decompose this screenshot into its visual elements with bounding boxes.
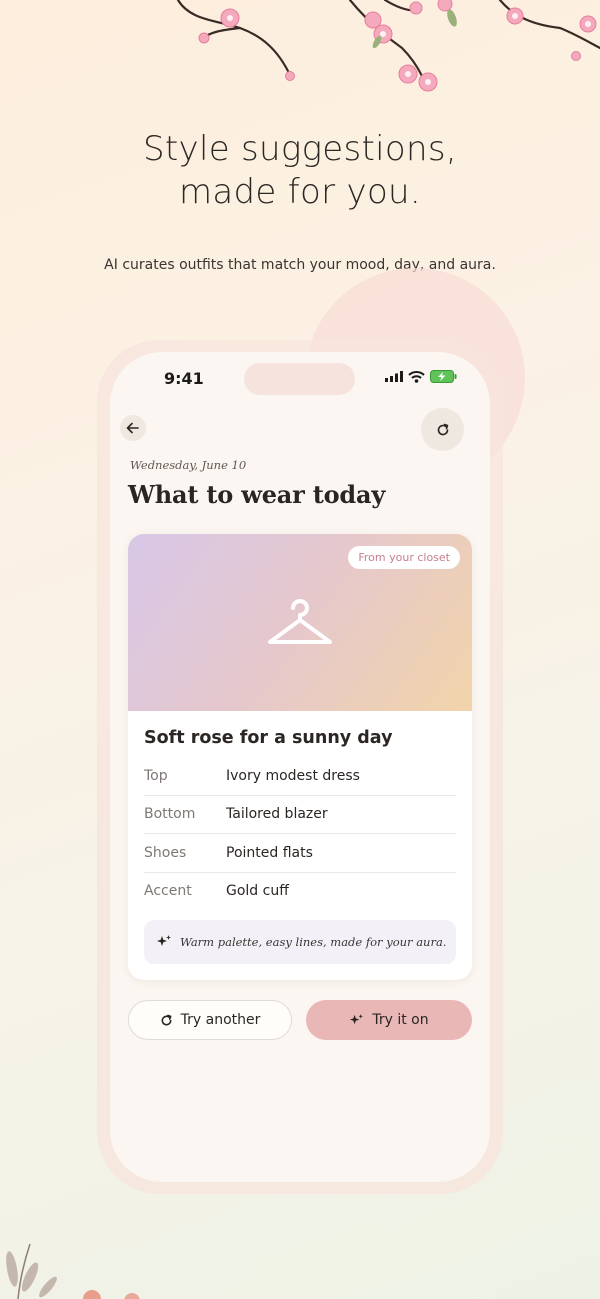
item-value: Gold cuff — [226, 883, 289, 900]
try-it-on-button[interactable]: Try it on — [306, 1000, 472, 1040]
outfit-item-bottom: Bottom Tailored blazer — [144, 796, 456, 834]
item-value: Pointed flats — [226, 844, 313, 861]
closet-badge: From your closet — [348, 546, 460, 569]
cherry-blossom-decoration — [176, 0, 600, 92]
outfit-title: Soft rose for a sunny day — [144, 728, 393, 748]
item-label: Shoes — [144, 844, 187, 861]
wifi-icon — [408, 370, 425, 383]
status-time: 9:41 — [164, 369, 204, 388]
outfit-item-accent: Accent Gold cuff — [144, 873, 456, 911]
back-button[interactable] — [120, 415, 146, 441]
hero-title: Style suggestions, made for you. — [0, 128, 600, 214]
battery-icon — [430, 370, 457, 383]
item-value: Tailored blazer — [226, 806, 328, 823]
item-label: Accent — [144, 883, 192, 900]
outfit-image: From your closet — [128, 534, 472, 711]
item-label: Bottom — [144, 806, 196, 823]
refresh-icon — [161, 1014, 172, 1025]
refresh-icon — [437, 423, 448, 435]
hero-title-line-1: Style suggestions, — [143, 129, 457, 169]
style-note: Warm palette, easy lines, made for your … — [144, 920, 456, 964]
page-title: What to wear today — [128, 480, 386, 509]
item-value: Ivory modest dress — [226, 767, 360, 784]
outfit-items: Top Ivory modest dress Bottom Tailored b… — [144, 757, 456, 910]
leaves-decoration — [6, 1243, 140, 1299]
outfit-item-shoes: Shoes Pointed flats — [144, 834, 456, 873]
hero-title-line-2: made for you. — [179, 172, 421, 212]
status-icons — [385, 370, 457, 383]
phone-screen: 9:41 Wednesday, June 10 What to wear tod… — [110, 352, 490, 1182]
hero-subtitle: AI curates outfits that match your mood,… — [104, 257, 496, 273]
outfit-item-top: Top Ivory modest dress — [144, 757, 456, 796]
date-label: Wednesday, June 10 — [130, 458, 247, 472]
try-it-on-label: Try it on — [372, 1012, 429, 1028]
outfit-card: From your closet Soft rose for a sunny d… — [128, 534, 472, 980]
dynamic-island — [244, 363, 355, 395]
item-label: Top — [144, 767, 168, 784]
signal-icon — [385, 371, 403, 382]
refresh-button[interactable] — [421, 408, 464, 451]
sparkle-icon — [350, 1013, 364, 1024]
try-another-button[interactable]: Try another — [128, 1000, 292, 1040]
hanger-icon — [268, 599, 332, 644]
style-note-text: Warm palette, easy lines, made for your … — [180, 935, 447, 949]
try-another-label: Try another — [180, 1012, 261, 1028]
arrow-left-icon — [126, 422, 139, 434]
sparkle-icon — [157, 935, 171, 946]
